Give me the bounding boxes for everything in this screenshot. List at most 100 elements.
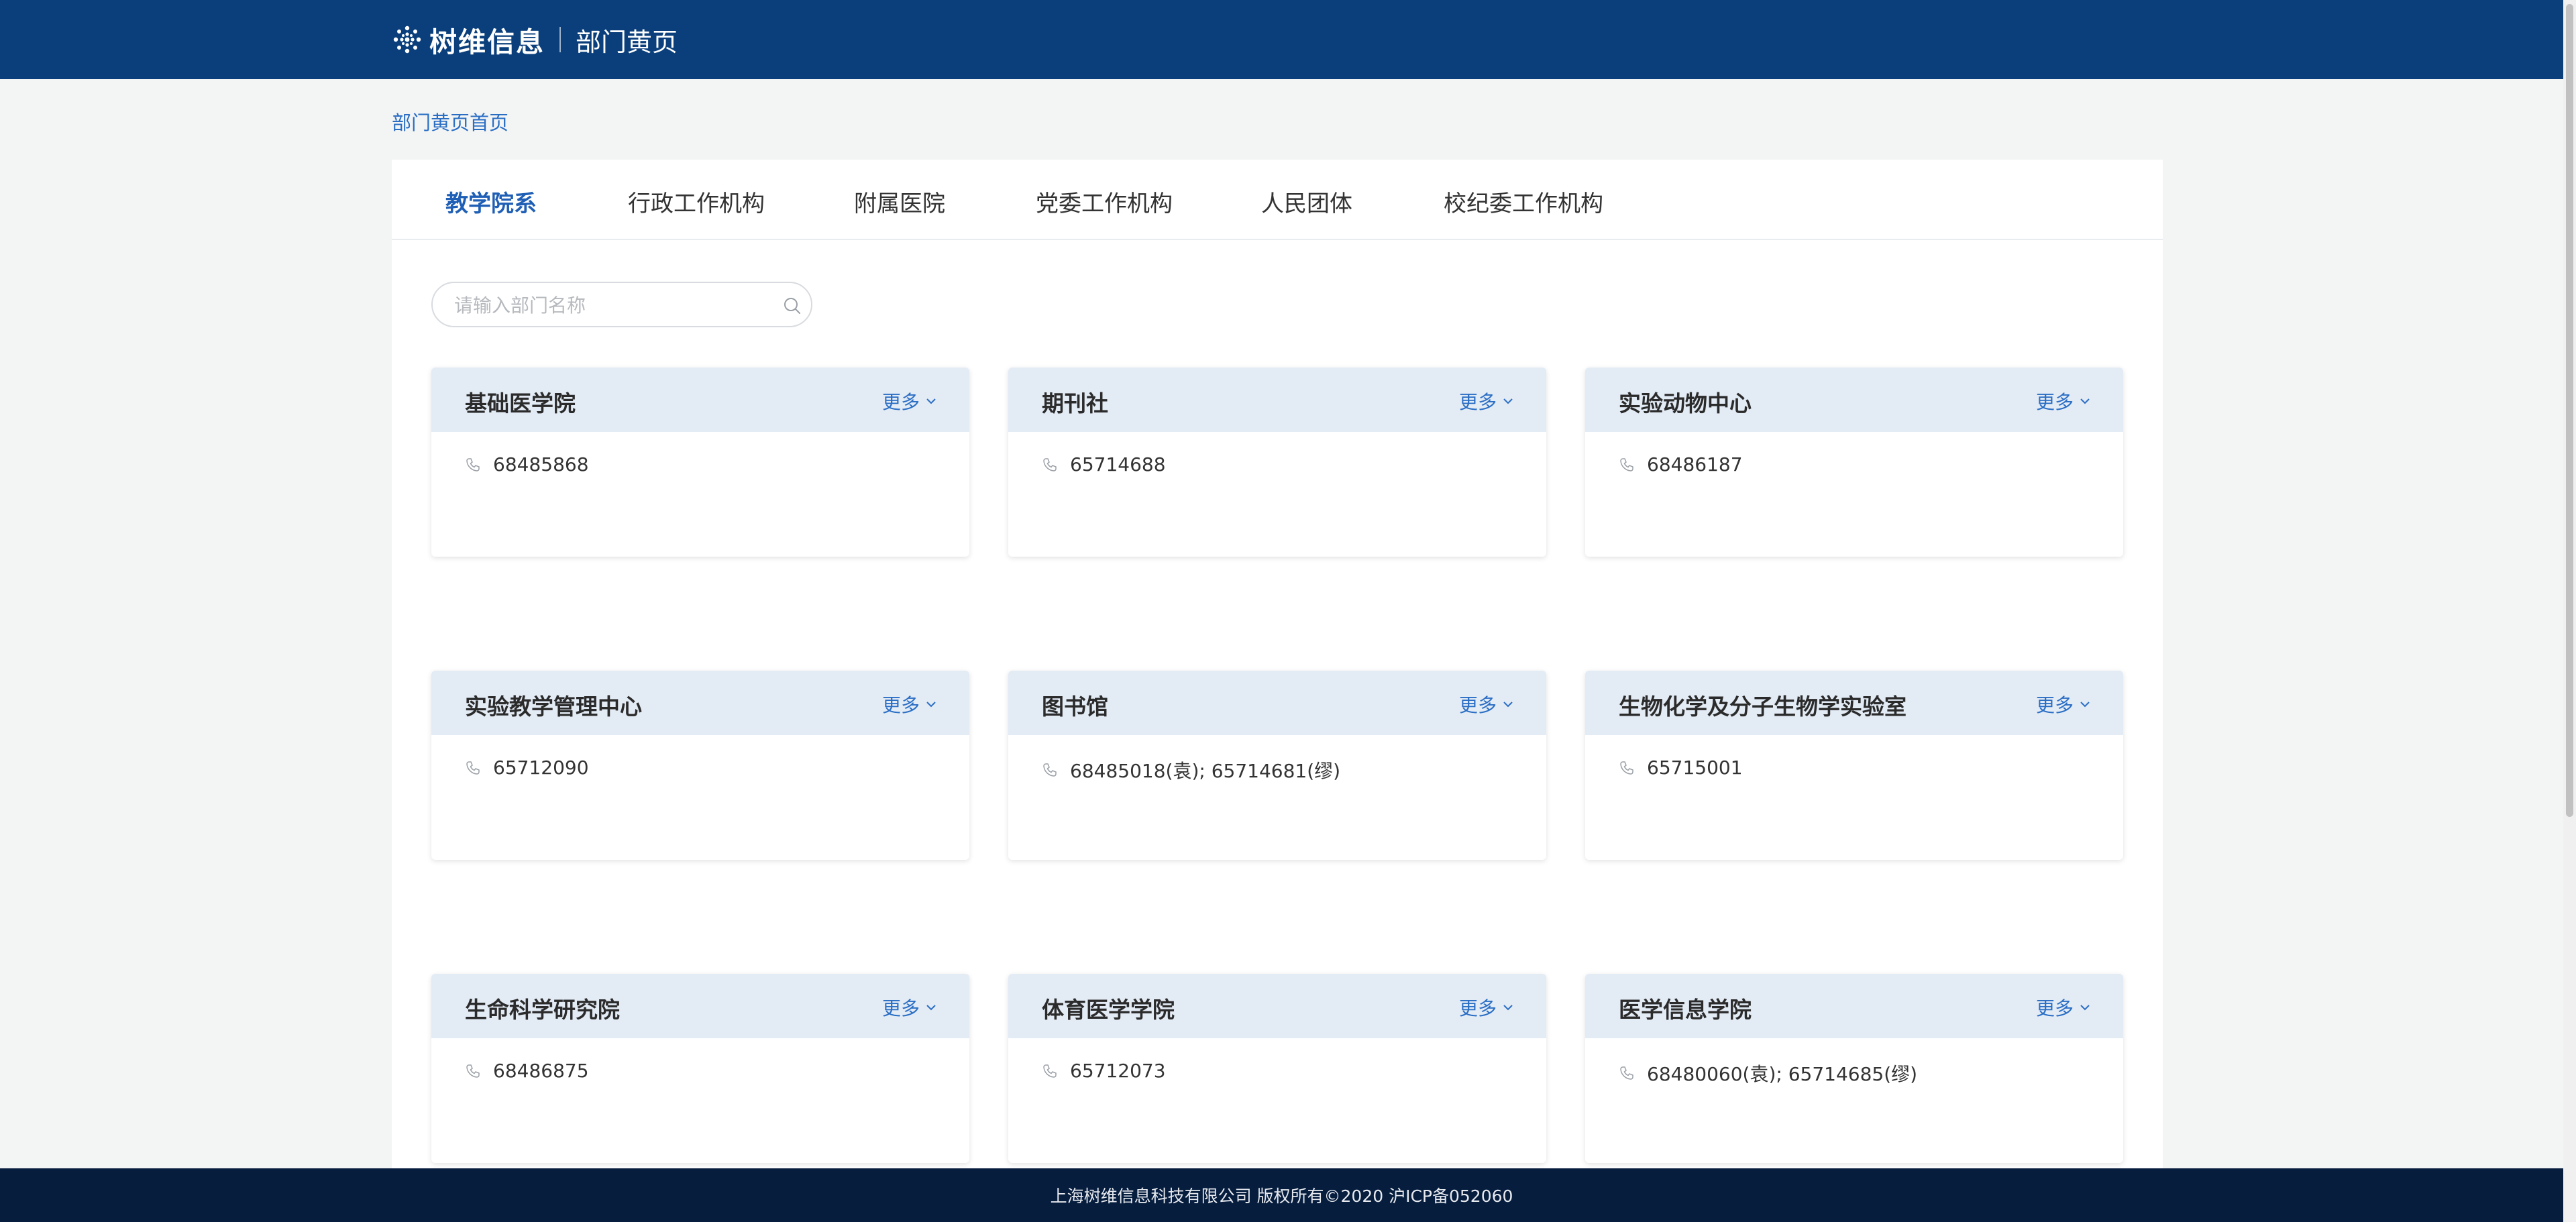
chevron-down-icon [1503, 398, 1513, 404]
site-subtitle: 部门黄页 [576, 27, 678, 57]
department-phone: 68485868 [465, 453, 589, 476]
phone-icon [1620, 1066, 1633, 1080]
logo-icon [393, 25, 421, 54]
department-phone: 68486875 [465, 1060, 589, 1082]
more-button[interactable]: 更多 [1459, 691, 1514, 718]
more-button[interactable]: 更多 [1459, 388, 1514, 414]
breadcrumb-home-link[interactable]: 部门黄页首页 [392, 107, 508, 135]
department-card: 图书馆 更多 68485018(袁); 65714681(缪) [1008, 671, 1546, 860]
department-name: 生命科学研究院 [465, 997, 620, 1023]
card-header: 体育医学学院 更多 [1008, 974, 1546, 1038]
brand-divider [559, 27, 561, 52]
search-input[interactable] [453, 291, 761, 319]
card-header: 医学信息学院 更多 [1585, 974, 2123, 1038]
tab-discipline-committee[interactable]: 校纪委工作机构 [1444, 185, 1603, 218]
card-header: 图书馆 更多 [1008, 671, 1546, 735]
tab-teaching-departments[interactable]: 教学院系 [445, 185, 537, 218]
page-scrollbar[interactable] [2563, 0, 2576, 1222]
chevron-down-icon [2080, 1005, 2090, 1011]
phone-icon [1043, 457, 1057, 471]
phone-number: 65714688 [1070, 453, 1166, 476]
department-name: 医学信息学院 [1619, 997, 1752, 1023]
footer: 上海树维信息科技有限公司 版权所有©2020 沪ICP备052060 [0, 1168, 2563, 1222]
department-card: 生命科学研究院 更多 68486875 [431, 974, 969, 1163]
tab-administrative[interactable]: 行政工作机构 [628, 185, 765, 218]
tab-party-committee[interactable]: 党委工作机构 [1036, 185, 1173, 218]
card-header: 实验动物中心 更多 [1585, 368, 2123, 432]
phone-icon [1620, 457, 1633, 471]
department-phone: 65712090 [465, 757, 589, 779]
card-header: 基础医学院 更多 [431, 368, 969, 432]
phone-icon [466, 457, 480, 471]
phone-icon [466, 1064, 480, 1078]
phone-number: 68485018(袁); 65714681(缪) [1070, 760, 1341, 782]
brand[interactable]: 树维信息 部门黄页 [392, 20, 678, 59]
chevron-down-icon [926, 398, 936, 404]
more-button[interactable]: 更多 [1459, 994, 1514, 1021]
phone-icon [1043, 1064, 1057, 1078]
phone-number: 65712073 [1070, 1060, 1166, 1082]
copyright-text: 上海树维信息科技有限公司 版权所有©2020 沪ICP备052060 [1050, 1186, 1513, 1206]
chevron-down-icon [2080, 702, 2090, 708]
card-header: 生物化学及分子生物学实验室 更多 [1585, 671, 2123, 735]
more-button[interactable]: 更多 [2036, 388, 2091, 414]
phone-icon [466, 761, 480, 775]
more-button[interactable]: 更多 [882, 691, 937, 718]
card-header: 实验教学管理中心 更多 [431, 671, 969, 735]
more-label: 更多 [2035, 997, 2074, 1019]
more-label: 更多 [1458, 391, 1497, 413]
more-button[interactable]: 更多 [882, 388, 937, 414]
card-header: 期刊社 更多 [1008, 368, 1546, 432]
phone-number: 68485868 [493, 453, 589, 476]
department-name: 基础医学院 [465, 390, 576, 416]
department-card: 期刊社 更多 65714688 [1008, 368, 1546, 557]
phone-icon [1620, 761, 1633, 775]
department-name: 图书馆 [1042, 693, 1108, 720]
department-card: 基础医学院 更多 68485868 [431, 368, 969, 557]
department-card: 实验教学管理中心 更多 65712090 [431, 671, 969, 860]
more-button[interactable]: 更多 [882, 994, 937, 1021]
more-label: 更多 [881, 694, 920, 716]
more-label: 更多 [2035, 391, 2074, 413]
top-bar: 树维信息 部门黄页 [0, 0, 2563, 79]
department-phone: 68485018(袁); 65714681(缪) [1042, 757, 1340, 783]
department-phone: 65714688 [1042, 453, 1166, 476]
department-name: 实验教学管理中心 [465, 693, 642, 720]
phone-number: 65715001 [1647, 757, 1743, 779]
tab-people-organizations[interactable]: 人民团体 [1261, 185, 1352, 218]
more-label: 更多 [2035, 694, 2074, 716]
department-phone: 65715001 [1619, 757, 1743, 779]
chevron-down-icon [926, 1005, 936, 1011]
department-card: 生物化学及分子生物学实验室 更多 65715001 [1585, 671, 2123, 860]
main-panel: 教学院系 行政工作机构 附属医院 党委工作机构 人民团体 校纪委工作机构 基础医… [392, 160, 2163, 1168]
chevron-down-icon [926, 702, 936, 708]
chevron-down-icon [1503, 702, 1513, 708]
card-header: 生命科学研究院 更多 [431, 974, 969, 1038]
phone-number: 68486187 [1647, 453, 1743, 476]
phone-icon [1043, 763, 1057, 777]
more-button[interactable]: 更多 [2036, 691, 2091, 718]
more-label: 更多 [1458, 694, 1497, 716]
phone-number: 68480060(袁); 65714685(缪) [1647, 1063, 1918, 1085]
phone-number: 68486875 [493, 1060, 589, 1082]
search-box [431, 282, 812, 327]
scrollbar-thumb[interactable] [2566, 4, 2573, 817]
chevron-down-icon [1503, 1005, 1513, 1011]
chevron-down-icon [2080, 398, 2090, 404]
more-label: 更多 [881, 391, 920, 413]
department-name: 实验动物中心 [1619, 390, 1752, 416]
more-button[interactable]: 更多 [2036, 994, 2091, 1021]
department-card: 实验动物中心 更多 68486187 [1585, 368, 2123, 557]
department-phone: 68486187 [1619, 453, 1743, 476]
department-name: 生物化学及分子生物学实验室 [1619, 693, 1907, 720]
category-tabs: 教学院系 行政工作机构 附属医院 党委工作机构 人民团体 校纪委工作机构 [392, 160, 2163, 240]
department-card: 医学信息学院 更多 68480060(袁); 65714685(缪) [1585, 974, 2123, 1163]
department-phone: 65712073 [1042, 1060, 1166, 1082]
more-label: 更多 [881, 997, 920, 1019]
phone-number: 65712090 [493, 757, 589, 779]
search-icon[interactable] [783, 296, 802, 315]
department-name: 期刊社 [1042, 390, 1108, 416]
tab-affiliated-hospitals[interactable]: 附属医院 [854, 185, 945, 218]
logo-text: 树维信息 [429, 26, 545, 58]
more-label: 更多 [1458, 997, 1497, 1019]
